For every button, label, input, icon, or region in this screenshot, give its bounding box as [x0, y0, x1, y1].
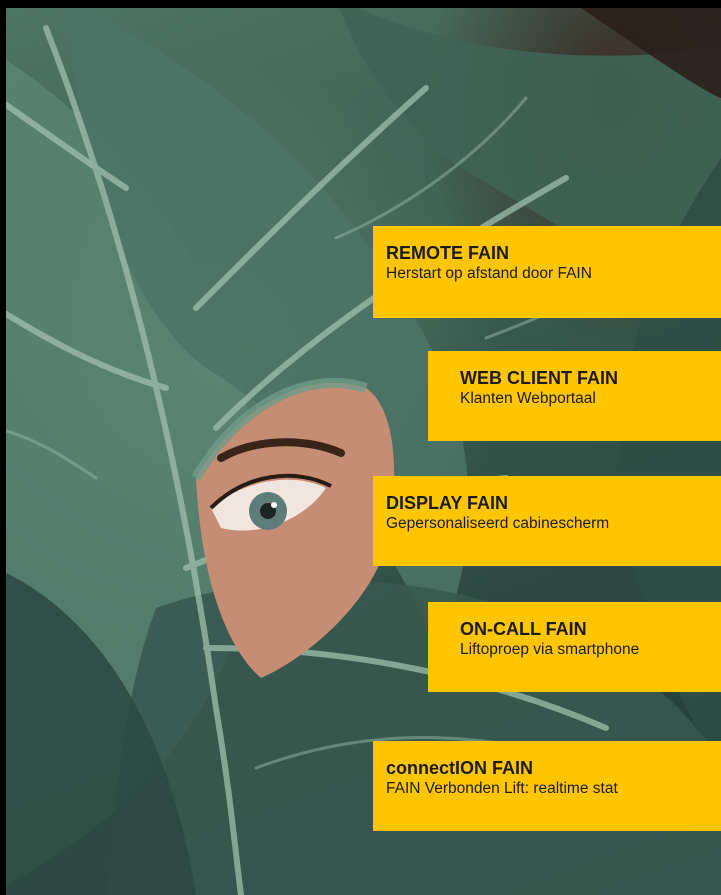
card-web-client-fain: WEB CLIENT FAIN Klanten Webportaal: [428, 351, 721, 441]
card-subtitle: Herstart op afstand door FAIN: [386, 265, 592, 282]
card-remote-fain: REMOTE FAIN Herstart op afstand door FAI…: [373, 226, 721, 318]
left-border: [0, 0, 6, 895]
card-title: WEB CLIENT FAIN: [460, 368, 618, 388]
card-subtitle: Liftoproep via smartphone: [460, 641, 640, 658]
top-border: [0, 0, 721, 8]
card-title: connectION FAIN: [386, 758, 534, 778]
card-on-call-fain: ON-CALL FAIN Liftoproep via smartphone: [428, 602, 721, 692]
card-subtitle: Gepersonaliseerd cabinescherm: [386, 515, 610, 532]
card-subtitle: Klanten Webportaal: [460, 390, 596, 407]
slide: REMOTE FAIN Herstart op afstand door FAI…: [0, 0, 721, 895]
card-title: ON-CALL FAIN: [460, 619, 587, 639]
card-subtitle: FAIN Verbonden Lift: realtime stat: [386, 780, 618, 797]
card-display-fain: DISPLAY FAIN Gepersonaliseerd cabinesche…: [373, 476, 721, 566]
card-title: DISPLAY FAIN: [386, 493, 509, 513]
card-title: REMOTE FAIN: [386, 243, 510, 263]
card-connection-fain: connectION FAIN FAIN Verbonden Lift: rea…: [373, 741, 721, 831]
